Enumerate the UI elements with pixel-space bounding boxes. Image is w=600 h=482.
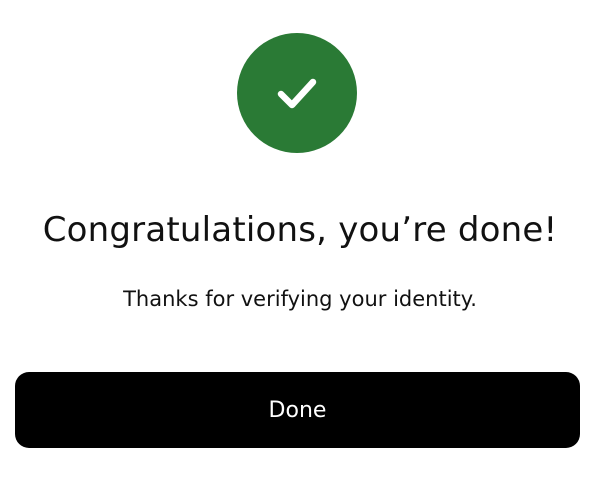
done-button[interactable]: Done [15, 372, 580, 448]
done-button-label: Done [268, 397, 327, 423]
confirmation-message: Thanks for verifying your identity. [123, 287, 477, 311]
page-title: Congratulations, you’re done! [42, 210, 558, 250]
checkmark-icon [277, 78, 317, 109]
success-badge [237, 33, 357, 153]
